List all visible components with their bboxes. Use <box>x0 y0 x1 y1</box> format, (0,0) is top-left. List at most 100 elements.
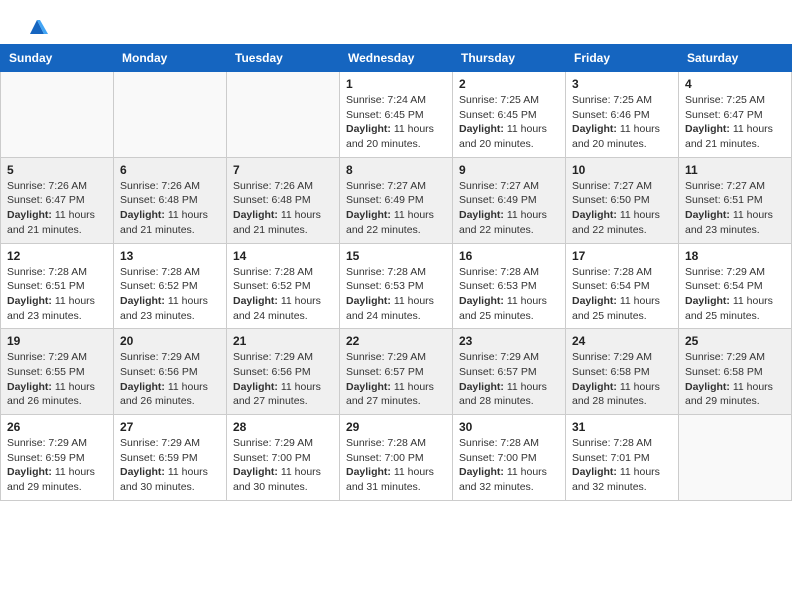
day-info: Sunrise: 7:29 AMSunset: 6:58 PMDaylight:… <box>685 350 785 409</box>
calendar-table: SundayMondayTuesdayWednesdayThursdayFrid… <box>0 44 792 501</box>
calendar-cell: 18 Sunrise: 7:29 AMSunset: 6:54 PMDayligh… <box>679 243 792 329</box>
calendar-cell: 23Sunrise: 7:29 AMSunset: 6:57 PMDayligh… <box>453 329 566 415</box>
calendar-page: SundayMondayTuesdayWednesdayThursdayFrid… <box>0 0 792 612</box>
day-number: 11 <box>685 163 785 177</box>
day-info: Sunrise: 7:25 AMSunset: 6:45 PMDaylight:… <box>459 93 559 152</box>
day-info: Sunrise: 7:29 AMSunset: 6:54 PMDaylight:… <box>685 265 785 324</box>
day-info: Sunrise: 7:27 AMSunset: 6:49 PMDaylight:… <box>459 179 559 238</box>
day-number: 22 <box>346 334 446 348</box>
day-number: 30 <box>459 420 559 434</box>
day-info: Sunrise: 7:28 AMSunset: 6:54 PMDaylight:… <box>572 265 672 324</box>
day-number: 28 <box>233 420 333 434</box>
calendar-header-saturday: Saturday <box>679 45 792 72</box>
day-info: Sunrise: 7:28 AMSunset: 7:01 PMDaylight:… <box>572 436 672 495</box>
day-number: 5 <box>7 163 107 177</box>
day-number: 31 <box>572 420 672 434</box>
calendar-week-row: 12 Sunrise: 7:28 AMSunset: 6:51 PMDayligh… <box>1 243 792 329</box>
calendar-cell: 9 Sunrise: 7:27 AMSunset: 6:49 PMDaylight… <box>453 157 566 243</box>
day-number: 12 <box>7 249 107 263</box>
calendar-cell: 10 Sunrise: 7:27 AMSunset: 6:50 PMDayligh… <box>566 157 679 243</box>
calendar-week-row: 1Sunrise: 7:24 AMSunset: 6:45 PMDaylight… <box>1 72 792 158</box>
day-number: 16 <box>459 249 559 263</box>
calendar-cell: 16 Sunrise: 7:28 AMSunset: 6:53 PMDayligh… <box>453 243 566 329</box>
day-number: 27 <box>120 420 220 434</box>
day-info: Sunrise: 7:28 AMSunset: 7:00 PMDaylight:… <box>346 436 446 495</box>
day-info: Sunrise: 7:26 AMSunset: 6:48 PMDaylight:… <box>120 179 220 238</box>
calendar-cell: 5Sunrise: 7:26 AMSunset: 6:47 PMDaylight… <box>1 157 114 243</box>
calendar-cell: 27 Sunrise: 7:29 AMSunset: 6:59 PMDayligh… <box>114 415 227 501</box>
calendar-cell: 28 Sunrise: 7:29 AMSunset: 7:00 PMDayligh… <box>227 415 340 501</box>
calendar-cell: 31 Sunrise: 7:28 AMSunset: 7:01 PMDayligh… <box>566 415 679 501</box>
day-number: 21 <box>233 334 333 348</box>
day-number: 15 <box>346 249 446 263</box>
calendar-header-monday: Monday <box>114 45 227 72</box>
calendar-cell: 4 Sunrise: 7:25 AMSunset: 6:47 PMDaylight… <box>679 72 792 158</box>
day-number: 26 <box>7 420 107 434</box>
calendar-cell: 30 Sunrise: 7:28 AMSunset: 7:00 PMDayligh… <box>453 415 566 501</box>
day-info: Sunrise: 7:25 AMSunset: 6:47 PMDaylight:… <box>685 93 785 152</box>
day-info: Sunrise: 7:28 AMSunset: 6:53 PMDaylight:… <box>346 265 446 324</box>
day-number: 29 <box>346 420 446 434</box>
day-info: Sunrise: 7:28 AMSunset: 7:00 PMDaylight:… <box>459 436 559 495</box>
day-number: 9 <box>459 163 559 177</box>
calendar-header-sunday: Sunday <box>1 45 114 72</box>
day-info: Sunrise: 7:28 AMSunset: 6:52 PMDaylight:… <box>120 265 220 324</box>
day-number: 13 <box>120 249 220 263</box>
calendar-cell <box>679 415 792 501</box>
day-info: Sunrise: 7:27 AMSunset: 6:50 PMDaylight:… <box>572 179 672 238</box>
calendar-header-friday: Friday <box>566 45 679 72</box>
day-info: Sunrise: 7:29 AMSunset: 6:58 PMDaylight:… <box>572 350 672 409</box>
day-number: 6 <box>120 163 220 177</box>
day-number: 1 <box>346 77 446 91</box>
day-info: Sunrise: 7:29 AMSunset: 6:56 PMDaylight:… <box>233 350 333 409</box>
day-number: 10 <box>572 163 672 177</box>
day-number: 3 <box>572 77 672 91</box>
day-info: Sunrise: 7:27 AMSunset: 6:49 PMDaylight:… <box>346 179 446 238</box>
calendar-cell: 20 Sunrise: 7:29 AMSunset: 6:56 PMDayligh… <box>114 329 227 415</box>
calendar-cell: 25Sunrise: 7:29 AMSunset: 6:58 PMDayligh… <box>679 329 792 415</box>
day-number: 18 <box>685 249 785 263</box>
calendar-cell: 12 Sunrise: 7:28 AMSunset: 6:51 PMDayligh… <box>1 243 114 329</box>
calendar-cell <box>1 72 114 158</box>
calendar-cell: 17 Sunrise: 7:28 AMSunset: 6:54 PMDayligh… <box>566 243 679 329</box>
day-info: Sunrise: 7:29 AMSunset: 6:57 PMDaylight:… <box>459 350 559 409</box>
day-info: Sunrise: 7:25 AMSunset: 6:46 PMDaylight:… <box>572 93 672 152</box>
day-info: Sunrise: 7:26 AMSunset: 6:48 PMDaylight:… <box>233 179 333 238</box>
calendar-cell: 7 Sunrise: 7:26 AMSunset: 6:48 PMDaylight… <box>227 157 340 243</box>
day-info: Sunrise: 7:29 AMSunset: 6:56 PMDaylight:… <box>120 350 220 409</box>
calendar-week-row: 19 Sunrise: 7:29 AMSunset: 6:55 PMDayligh… <box>1 329 792 415</box>
calendar-header-thursday: Thursday <box>453 45 566 72</box>
calendar-cell: 26 Sunrise: 7:29 AMSunset: 6:59 PMDayligh… <box>1 415 114 501</box>
calendar-cell: 11 Sunrise: 7:27 AMSunset: 6:51 PMDayligh… <box>679 157 792 243</box>
calendar-header-row: SundayMondayTuesdayWednesdayThursdayFrid… <box>1 45 792 72</box>
day-number: 4 <box>685 77 785 91</box>
day-info: Sunrise: 7:28 AMSunset: 6:51 PMDaylight:… <box>7 265 107 324</box>
day-number: 20 <box>120 334 220 348</box>
calendar-cell: 29 Sunrise: 7:28 AMSunset: 7:00 PMDayligh… <box>340 415 453 501</box>
logo <box>24 18 48 34</box>
day-info: Sunrise: 7:27 AMSunset: 6:51 PMDaylight:… <box>685 179 785 238</box>
day-info: Sunrise: 7:29 AMSunset: 6:55 PMDaylight:… <box>7 350 107 409</box>
day-number: 8 <box>346 163 446 177</box>
calendar-cell: 19 Sunrise: 7:29 AMSunset: 6:55 PMDayligh… <box>1 329 114 415</box>
day-number: 7 <box>233 163 333 177</box>
day-number: 19 <box>7 334 107 348</box>
calendar-cell: 6 Sunrise: 7:26 AMSunset: 6:48 PMDaylight… <box>114 157 227 243</box>
day-number: 2 <box>459 77 559 91</box>
header <box>0 0 792 44</box>
calendar-week-row: 26 Sunrise: 7:29 AMSunset: 6:59 PMDayligh… <box>1 415 792 501</box>
day-info: Sunrise: 7:29 AMSunset: 6:59 PMDaylight:… <box>7 436 107 495</box>
calendar-cell: 15 Sunrise: 7:28 AMSunset: 6:53 PMDayligh… <box>340 243 453 329</box>
calendar-cell: 21 Sunrise: 7:29 AMSunset: 6:56 PMDayligh… <box>227 329 340 415</box>
day-info: Sunrise: 7:29 AMSunset: 6:59 PMDaylight:… <box>120 436 220 495</box>
calendar-cell: 13 Sunrise: 7:28 AMSunset: 6:52 PMDayligh… <box>114 243 227 329</box>
calendar-cell <box>227 72 340 158</box>
logo-icon <box>26 16 48 38</box>
calendar-week-row: 5Sunrise: 7:26 AMSunset: 6:47 PMDaylight… <box>1 157 792 243</box>
day-info: Sunrise: 7:28 AMSunset: 6:53 PMDaylight:… <box>459 265 559 324</box>
day-info: Sunrise: 7:29 AMSunset: 6:57 PMDaylight:… <box>346 350 446 409</box>
day-info: Sunrise: 7:29 AMSunset: 7:00 PMDaylight:… <box>233 436 333 495</box>
calendar-cell <box>114 72 227 158</box>
day-number: 17 <box>572 249 672 263</box>
calendar-cell: 2 Sunrise: 7:25 AMSunset: 6:45 PMDaylight… <box>453 72 566 158</box>
